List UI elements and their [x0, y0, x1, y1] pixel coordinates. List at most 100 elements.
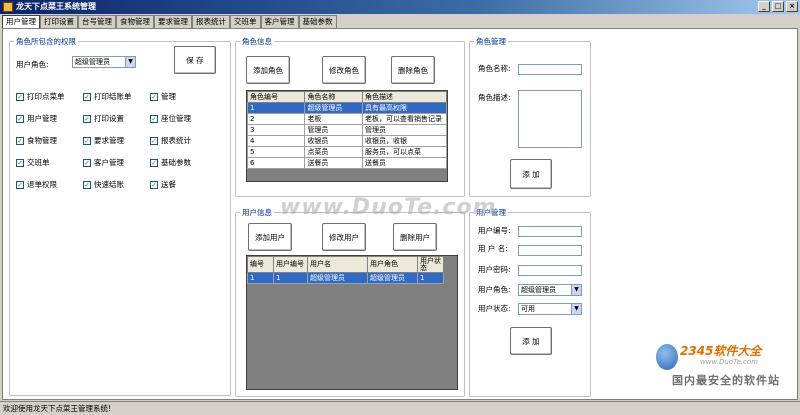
- column-header[interactable]: 角色编号: [246, 91, 306, 103]
- add-role-confirm-button[interactable]: 添 加: [510, 159, 552, 189]
- perm-seat-mgmt[interactable]: ✓ 座位管理: [150, 113, 191, 124]
- table-cell: 老板: [304, 113, 364, 125]
- table-row[interactable]: 5 点菜员 服务员，可以点菜: [246, 146, 447, 158]
- table-row[interactable]: 3 管理员 管理员: [246, 124, 447, 136]
- table-row[interactable]: 1 超级管理员 具有最高权限: [246, 102, 447, 114]
- table-cell: 1: [273, 272, 308, 284]
- role-desc-label: 角色描述:: [478, 93, 511, 102]
- user-role-select[interactable]: 超级管理员 ▼: [518, 284, 582, 296]
- table-cell: 送餐员: [362, 157, 447, 169]
- tab-customer-management[interactable]: 客户管理: [260, 15, 299, 28]
- tab-print-settings[interactable]: 打印设置: [40, 15, 78, 28]
- add-role-button[interactable]: 添加角色: [246, 56, 290, 84]
- perm-label: 退单权限: [27, 180, 57, 189]
- tab-strip: 用户管理 打印设置 台号管理 食物管理 要求管理 报表统计 交班单 客户管理 基…: [2, 15, 337, 29]
- tab-food-management[interactable]: 食物管理: [116, 15, 154, 28]
- checkbox-checked-icon: ✓: [150, 180, 158, 189]
- checkbox-checked-icon: ✓: [83, 92, 91, 101]
- user-mgmt-group: 用户管理 用户编号: 用 户 名: 用户密码: 用户角色: 超级管理员 ▼ 用户…: [469, 208, 591, 397]
- table-cell: 送餐员: [304, 157, 364, 169]
- table-row[interactable]: 1 1 超级管理员 超级管理员 1: [247, 272, 444, 284]
- tab-request-management[interactable]: 要求管理: [154, 15, 192, 28]
- table-cell: 4: [246, 135, 306, 147]
- column-header[interactable]: 角色名称: [304, 91, 364, 103]
- column-header[interactable]: 角色描述: [362, 91, 447, 103]
- perm-user-mgmt[interactable]: ✓ 用户管理: [16, 113, 57, 124]
- tab-basic-params[interactable]: 基础参数: [298, 15, 337, 28]
- table-row[interactable]: 2 老板 老板，可以查看销售记录: [246, 113, 447, 125]
- user-state-select[interactable]: 可用 ▼: [518, 303, 582, 315]
- tab-shift-handover[interactable]: 交班单: [230, 15, 261, 28]
- column-header[interactable]: 用户状态: [417, 256, 444, 273]
- table-cell: 具有最高权限: [362, 102, 447, 114]
- perm-print-settings[interactable]: ✓ 打印设置: [83, 113, 124, 124]
- perm-label: 要求管理: [94, 136, 124, 145]
- user-info-group-title: 用户信息: [240, 208, 274, 217]
- minimize-button[interactable]: _: [758, 1, 770, 12]
- column-header[interactable]: 编号: [247, 256, 274, 273]
- checkbox-checked-icon: ✓: [83, 158, 91, 167]
- role-select[interactable]: 超级管理员 ▼: [72, 56, 136, 68]
- checkbox-checked-icon: ✓: [16, 92, 24, 101]
- perm-food-mgmt[interactable]: ✓ 食物管理: [16, 135, 57, 146]
- table-cell: 服务员，可以点菜: [362, 146, 447, 158]
- column-header[interactable]: 用户名: [307, 256, 368, 273]
- checkbox-checked-icon: ✓: [16, 114, 24, 123]
- perm-label: 报表统计: [161, 136, 191, 145]
- table-row[interactable]: 4 收银员 收银员，收银: [246, 135, 447, 147]
- role-desc-input[interactable]: [518, 90, 582, 148]
- perm-label: 打印设置: [94, 114, 124, 123]
- checkbox-checked-icon: ✓: [150, 114, 158, 123]
- perm-reports[interactable]: ✓ 报表统计: [150, 135, 191, 146]
- close-button[interactable]: ×: [786, 1, 798, 12]
- user-table[interactable]: 编号 用户编号 用户名 用户角色 用户状态 1 1 超级管理员 超级管理员 1: [246, 255, 458, 390]
- table-cell: 管理员: [304, 124, 364, 136]
- user-info-group: 用户信息 添加用户 修改用户 删除用户 编号 用户编号 用户名 用户角色 用户状…: [235, 208, 465, 397]
- table-header: 角色编号 角色名称 角色描述: [246, 91, 447, 103]
- edit-role-button[interactable]: 修改角色: [322, 56, 366, 84]
- perm-basic-params[interactable]: ✓ 基础参数: [150, 157, 191, 168]
- window-title: 龙天下点菜王系统管理: [16, 2, 96, 11]
- save-button[interactable]: 保 存: [174, 46, 216, 74]
- delete-role-button[interactable]: 删除角色: [391, 56, 435, 84]
- role-mgmt-group: 角色管理 角色名称: 角色描述: 添 加: [469, 37, 591, 197]
- table-cell: 超级管理员: [307, 272, 368, 284]
- table-cell: 1: [417, 272, 444, 284]
- perm-delivery[interactable]: ✓ 送餐: [150, 179, 176, 190]
- perm-quick-checkout[interactable]: ✓ 快速结账: [83, 179, 124, 190]
- checkbox-checked-icon: ✓: [83, 114, 91, 123]
- perm-shift[interactable]: ✓ 交班单: [16, 157, 50, 168]
- perm-request-mgmt[interactable]: ✓ 要求管理: [83, 135, 124, 146]
- perm-print-order[interactable]: ✓ 打印点菜单: [16, 91, 65, 102]
- chevron-down-icon: ▼: [571, 285, 581, 295]
- table-cell: 6: [246, 157, 306, 169]
- perm-label: 打印点菜单: [27, 92, 65, 101]
- role-table[interactable]: 角色编号 角色名称 角色描述 1 超级管理员 具有最高权限 2 老板 老板，可以…: [246, 90, 448, 182]
- site-logo: 2345软件大全 www.DuoTe.com 国内最安全的软件站: [652, 340, 798, 398]
- tab-user-management[interactable]: 用户管理: [2, 15, 40, 29]
- column-header[interactable]: 用户角色: [367, 256, 418, 273]
- user-password-input[interactable]: [518, 265, 582, 276]
- perm-manage[interactable]: ✓ 管理: [150, 91, 176, 102]
- edit-user-button[interactable]: 修改用户: [322, 223, 366, 251]
- user-name-input[interactable]: [518, 245, 582, 256]
- maximize-button[interactable]: □: [772, 1, 784, 12]
- table-row[interactable]: 6 送餐员 送餐员: [246, 157, 447, 169]
- perm-refund[interactable]: ✓ 退单权限: [16, 179, 57, 190]
- column-header[interactable]: 用户编号: [273, 256, 308, 273]
- checkbox-checked-icon: ✓: [150, 136, 158, 145]
- perm-label: 交班单: [27, 158, 50, 167]
- user-id-input[interactable]: [518, 226, 582, 237]
- perm-print-bill[interactable]: ✓ 打印结账单: [83, 91, 132, 102]
- tab-table-management[interactable]: 台号管理: [78, 15, 116, 28]
- add-user-button[interactable]: 添加用户: [248, 223, 292, 251]
- role-name-label: 角色名称:: [478, 64, 511, 73]
- perm-customer-mgmt[interactable]: ✓ 客户管理: [83, 157, 124, 168]
- permissions-group: 角色所包含的权限 用户角色: 超级管理员 ▼ 保 存 ✓ 打印点菜单 ✓ 打印结账单…: [9, 37, 231, 396]
- tab-reports[interactable]: 报表统计: [192, 15, 230, 28]
- checkbox-checked-icon: ✓: [83, 136, 91, 145]
- table-cell: 超级管理员: [367, 272, 418, 284]
- add-user-confirm-button[interactable]: 添 加: [510, 327, 552, 355]
- role-name-input[interactable]: [518, 64, 582, 75]
- delete-user-button[interactable]: 删除用户: [393, 223, 437, 251]
